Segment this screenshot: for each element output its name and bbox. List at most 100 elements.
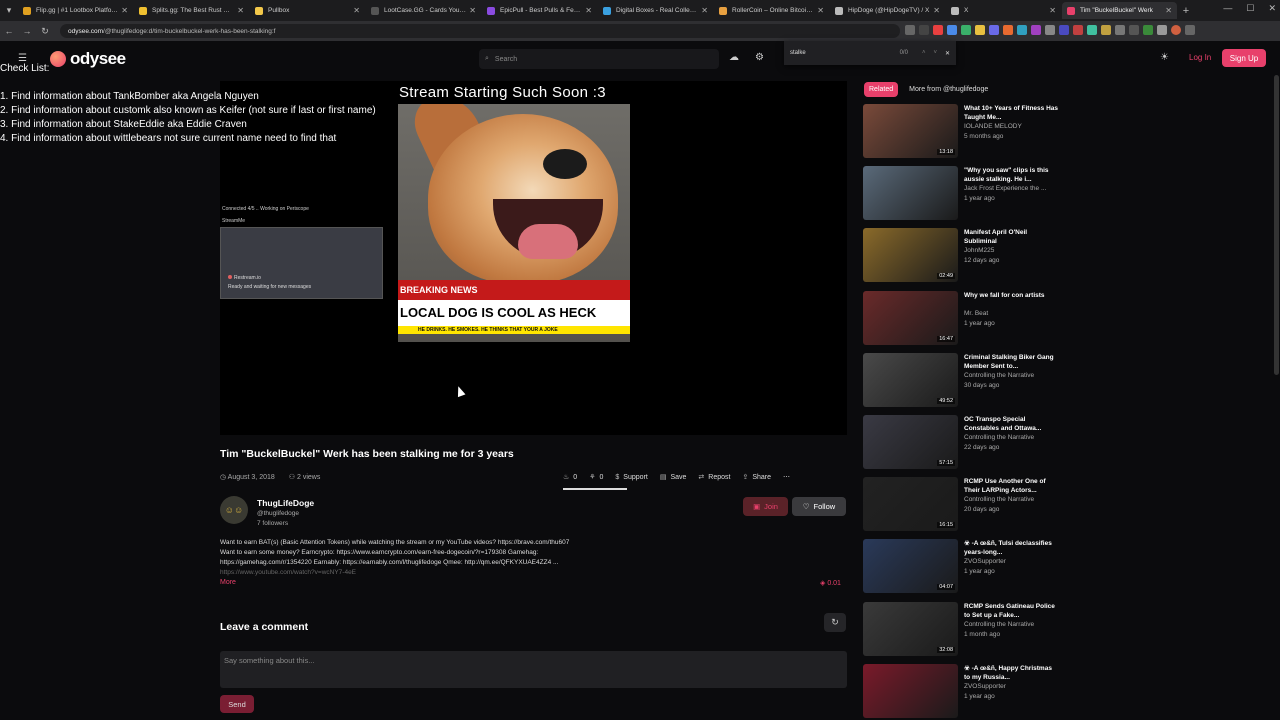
related-thumbnail[interactable]: 16:15 [863, 477, 958, 532]
related-channel[interactable]: ZVOSupporter [964, 683, 1059, 690]
related-thumbnail[interactable]: 02:49 [863, 228, 958, 283]
extension-icon[interactable] [1073, 25, 1083, 35]
related-video-item[interactable]: 49:52 Criminal Stalking Biker Gang Member… [863, 352, 1063, 409]
related-thumbnail[interactable]: 04:07 [863, 539, 958, 594]
related-thumbnail[interactable]: 32:08 [863, 601, 958, 656]
reload-icon[interactable]: ↻ [36, 26, 54, 37]
related-title[interactable]: Why we fall for con artists [964, 291, 1059, 300]
profile-avatar-icon[interactable] [1171, 25, 1181, 35]
related-video-item[interactable]: 32:08 RCMP Sends Gatineau Police to Set u… [863, 601, 1063, 658]
related-title[interactable]: ☣ -A œ&ñ, Tulsi declassifies years-long.… [964, 539, 1059, 557]
search-input[interactable]: ⌕ Search [479, 49, 719, 69]
slime-reaction-button[interactable]: ⚘ 0 [589, 473, 603, 481]
related-video-item[interactable]: 02:49 Manifest April O'Neil Subliminal Joh… [863, 228, 1063, 284]
close-window-icon[interactable]: ✕ [1268, 3, 1276, 14]
related-title[interactable]: Criminal Stalking Biker Gang Member Sent… [964, 353, 1059, 371]
related-title[interactable]: ☣ -A œ&ñ, Happy Christmas to my Russia..… [964, 664, 1059, 682]
tab-close-icon[interactable]: ✕ [1049, 6, 1056, 15]
related-channel[interactable]: IOLANDE MELODY [964, 123, 1059, 130]
related-video-item[interactable]: "Why you saw" clips is this aussie stalk… [863, 166, 1063, 222]
tab-close-icon[interactable]: ✕ [817, 6, 824, 15]
extension-icon[interactable] [1059, 25, 1069, 35]
page-scrollbar[interactable] [1274, 75, 1279, 375]
repost-button[interactable]: ⇄ Repost [698, 473, 730, 481]
find-close-icon[interactable]: ✕ [945, 50, 950, 57]
tab-close-icon[interactable]: ✕ [353, 6, 360, 15]
forward-icon[interactable]: → [18, 26, 36, 36]
related-channel[interactable]: Mr. Beat [964, 310, 1059, 317]
related-thumbnail[interactable]: 57:15 [863, 415, 958, 469]
minimize-icon[interactable]: — [1223, 3, 1232, 14]
tab-close-icon[interactable]: ✕ [237, 6, 244, 15]
browser-tab[interactable]: X ✕ [946, 2, 1061, 19]
refresh-comments-icon[interactable]: ↻ [824, 613, 846, 632]
translate-icon[interactable] [905, 25, 915, 35]
related-title[interactable]: RCMP Sends Gatineau Police to Set up a F… [964, 602, 1059, 620]
tab-close-icon[interactable]: ✕ [585, 6, 592, 15]
extension-icon[interactable] [961, 25, 971, 35]
bookmark-star-icon[interactable] [919, 25, 929, 35]
extension-icon[interactable] [933, 25, 943, 35]
channel-avatar[interactable]: ☺☺ [220, 496, 248, 524]
extension-icon[interactable] [1129, 25, 1139, 35]
related-video-item[interactable]: 16:47 Why we fall for con artists Mr. Beat… [863, 290, 1063, 347]
share-button[interactable]: ⇪ Share [742, 473, 771, 481]
tab-close-icon[interactable]: ✕ [121, 6, 128, 15]
channel-name[interactable]: ThugLifeDoge [257, 498, 314, 508]
related-title[interactable]: RCMP Use Another One of Their LARPing Ac… [964, 477, 1059, 495]
find-input[interactable]: stalke [790, 50, 900, 56]
new-tab-button[interactable]: + [1178, 5, 1194, 17]
extension-icon[interactable] [1017, 25, 1027, 35]
send-button[interactable]: Send [220, 695, 254, 713]
related-thumbnail[interactable]: 13:18 [863, 104, 958, 158]
tab-close-icon[interactable]: ✕ [1165, 6, 1172, 15]
comment-input[interactable]: Say something about this... [220, 651, 847, 688]
tab-more-from-channel[interactable]: More from @thuglifedoge [904, 82, 993, 97]
theme-toggle-icon[interactable]: ☀ [1160, 52, 1169, 63]
extension-icon[interactable] [1003, 25, 1013, 35]
browser-tab[interactable]: Digital Boxes - Real Collectibl... ✕ [598, 2, 713, 19]
related-channel[interactable]: Jack Frost Experience the ... [964, 185, 1059, 192]
settings-gear-icon[interactable]: ⚙ [755, 52, 764, 63]
extension-icon[interactable] [947, 25, 957, 35]
extension-icon[interactable] [975, 25, 985, 35]
extension-icon[interactable] [1087, 25, 1097, 35]
related-title[interactable]: Manifest April O'Neil Subliminal [964, 228, 1059, 246]
browser-tab[interactable]: Tim "BuckelBuckel" Werk ✕ [1062, 2, 1177, 19]
tab-close-icon[interactable]: ✕ [701, 6, 708, 15]
url-field[interactable]: odysee.com/@thuglifedoge:d/tim-buckelbuc… [60, 24, 900, 38]
join-button[interactable]: ▣ Join [743, 497, 788, 516]
extension-icon[interactable] [989, 25, 999, 35]
tab-search-icon[interactable]: ▾ [0, 0, 18, 21]
browser-menu-icon[interactable] [1185, 25, 1195, 35]
upload-icon[interactable]: ☁ [729, 52, 739, 63]
browser-tab[interactable]: HipDoge (@HipDogeTV) / X ✕ [830, 2, 945, 19]
save-button[interactable]: ▤ Save [660, 473, 687, 481]
browser-tab[interactable]: RollerCoin – Online Bitcoin Mi...✕ [714, 2, 829, 19]
support-button[interactable]: $ Support [615, 474, 647, 481]
related-video-item[interactable]: 13:18 What 10+ Years of Fitness Has Taugh… [863, 104, 1063, 160]
signup-button[interactable]: Sign Up [1222, 49, 1266, 67]
related-thumbnail[interactable]: 49:52 [863, 352, 958, 407]
channel-handle[interactable]: @thuglifedoge [257, 510, 299, 517]
maximize-icon[interactable]: ☐ [1246, 3, 1254, 14]
related-title[interactable]: "Why you saw" clips is this aussie stalk… [964, 166, 1059, 184]
tab-related[interactable]: Related [864, 82, 899, 97]
login-link[interactable]: Log In [1189, 53, 1211, 62]
extension-icon[interactable] [1115, 25, 1125, 35]
related-video-item[interactable]: ☣ -A œ&ñ, Happy Christmas to my Russia..… [863, 663, 1063, 720]
extension-icon[interactable] [1031, 25, 1041, 35]
tab-close-icon[interactable]: ✕ [469, 6, 476, 15]
extension-icon[interactable] [1045, 25, 1055, 35]
related-title[interactable]: What 10+ Years of Fitness Has Taught Me.… [964, 104, 1059, 122]
related-video-item[interactable]: 57:15 OC Transpo Special Constables and O… [863, 415, 1063, 471]
more-options-icon[interactable]: ⋯ [783, 473, 790, 481]
browser-tab[interactable]: Flip.gg | #1 Lootbox Platform ✕ [18, 2, 133, 19]
related-channel[interactable]: Controlling the Narrative [964, 372, 1059, 379]
fire-reaction-button[interactable]: ♨ 0 [563, 473, 577, 481]
extension-icon[interactable] [1157, 25, 1167, 35]
find-prev-icon[interactable]: ˄ [922, 50, 926, 56]
find-next-icon[interactable]: ˅ [933, 50, 937, 56]
related-thumbnail[interactable]: 16:47 [863, 290, 958, 345]
browser-tab[interactable]: Splits.gg: The Best Rust Gamb...✕ [134, 2, 249, 19]
